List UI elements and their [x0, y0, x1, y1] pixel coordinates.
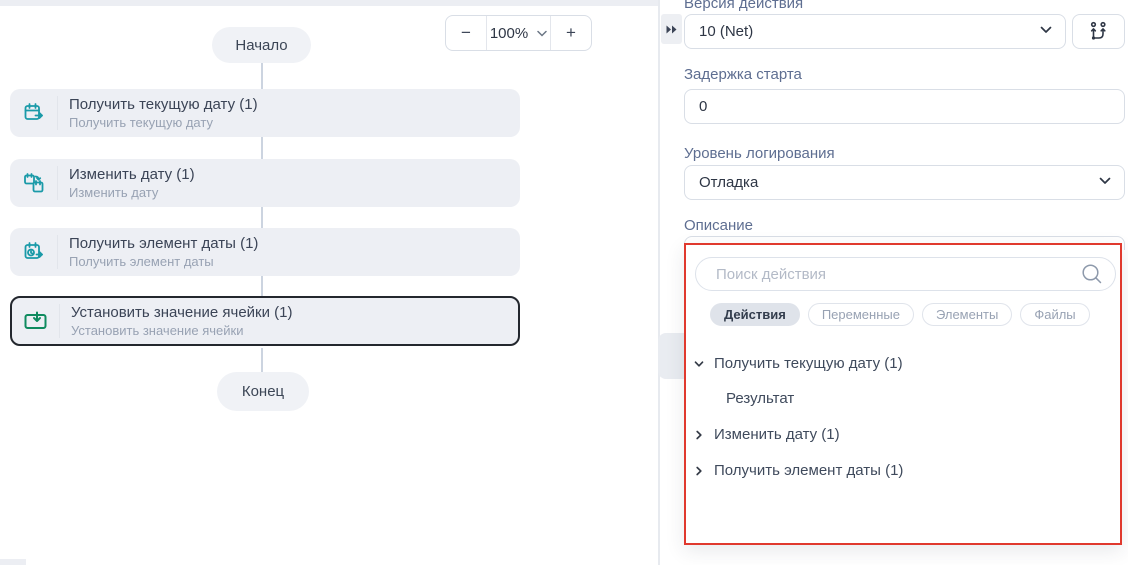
chevron-down-icon[interactable] — [692, 358, 706, 370]
action-search-popup: Действия Переменные Элементы Файлы Получ… — [684, 243, 1122, 545]
tree-item-change-date[interactable]: Изменить дату (1) — [692, 426, 840, 443]
workflow-editor: Начало Конец − 100% + Получить текущую д… — [0, 0, 1128, 565]
node-title: Получить текущую дату (1) — [69, 96, 258, 113]
chevron-down-icon — [1040, 26, 1052, 34]
node-subtitle: Установить значение ячейки — [71, 323, 293, 338]
chip-actions[interactable]: Действия — [710, 303, 800, 326]
action-version-value: 10 (Net) — [699, 23, 753, 40]
calendar-clock-arrow-icon — [10, 240, 57, 264]
chevron-right-icon[interactable] — [692, 429, 706, 441]
tree-item-get-date-element[interactable]: Получить элемент даты (1) — [692, 462, 903, 479]
node-subtitle: Получить элемент даты — [69, 254, 258, 269]
tree-item-label: Получить текущую дату (1) — [714, 355, 903, 372]
start-node[interactable]: Начало — [212, 27, 311, 63]
tree-item-label: Получить элемент даты (1) — [714, 462, 903, 479]
tree-item-get-current-date[interactable]: Получить текущую дату (1) — [692, 355, 903, 372]
chip-variables[interactable]: Переменные — [808, 303, 914, 326]
connector-line — [261, 276, 263, 297]
search-input[interactable] — [714, 265, 1081, 284]
start-delay-label: Задержка старта — [684, 66, 802, 83]
panel-divider — [658, 0, 660, 565]
side-tab-handle[interactable] — [658, 333, 685, 379]
node-title: Получить элемент даты (1) — [69, 235, 258, 252]
zoom-level-dropdown[interactable]: 100% — [486, 16, 551, 50]
zoom-level-value: 100% — [490, 25, 528, 42]
start-node-label: Начало — [235, 37, 287, 54]
magnifier-icon — [1081, 263, 1103, 285]
end-node[interactable]: Конец — [217, 372, 309, 411]
workflow-node-change-date[interactable]: Изменить дату (1) Изменить дату — [10, 159, 520, 207]
tree-item-label: Изменить дату (1) — [714, 426, 840, 443]
calendar-arrow-icon — [10, 101, 57, 125]
filter-chip-row: Действия Переменные Элементы Файлы — [710, 303, 1090, 326]
collapse-panel-button[interactable] — [661, 14, 682, 44]
start-delay-input[interactable]: 0 — [684, 89, 1125, 124]
action-version-label: Версия действия — [684, 0, 803, 12]
tree-item-label: Результат — [726, 390, 794, 407]
log-level-select[interactable]: Отладка — [684, 165, 1125, 200]
chip-files[interactable]: Файлы — [1020, 303, 1089, 326]
branch-versions-icon — [1088, 21, 1109, 42]
workflow-node-set-cell-value[interactable]: Установить значение ячейки (1) Установит… — [10, 296, 520, 346]
node-title: Установить значение ячейки (1) — [71, 304, 293, 321]
node-subtitle: Изменить дату — [69, 185, 195, 200]
log-level-value: Отладка — [699, 174, 758, 191]
action-search-field[interactable] — [695, 257, 1116, 291]
description-label: Описание — [684, 217, 753, 234]
double-chevron-right-icon — [665, 24, 678, 35]
chevron-down-icon — [1099, 177, 1111, 185]
connector-line — [261, 63, 263, 89]
workflow-node-get-current-date[interactable]: Получить текущую дату (1) Получить текущ… — [10, 89, 520, 137]
canvas-bottom-strip — [0, 559, 26, 565]
zoom-out-button[interactable]: − — [446, 16, 486, 50]
connector-line — [261, 348, 263, 372]
tree-item-result[interactable]: Результат — [726, 390, 794, 407]
workflow-node-get-date-element[interactable]: Получить элемент даты (1) Получить элеме… — [10, 228, 520, 276]
node-title: Изменить дату (1) — [69, 166, 195, 183]
end-node-label: Конец — [242, 383, 284, 400]
chevron-right-icon[interactable] — [692, 465, 706, 477]
chevron-down-icon — [537, 30, 547, 37]
action-version-select[interactable]: 10 (Net) — [684, 14, 1066, 49]
cell-set-value-icon — [12, 309, 59, 333]
canvas-top-strip — [0, 0, 659, 6]
version-history-button[interactable] — [1072, 14, 1125, 49]
connector-line — [261, 207, 263, 228]
zoom-control: − 100% + — [445, 15, 592, 51]
zoom-in-button[interactable]: + — [551, 16, 591, 50]
log-level-label: Уровень логирования — [684, 145, 835, 162]
start-delay-value: 0 — [699, 98, 707, 115]
calendar-change-icon — [10, 171, 57, 195]
connector-line — [261, 137, 263, 159]
chip-elements[interactable]: Элементы — [922, 303, 1012, 326]
node-subtitle: Получить текущую дату — [69, 115, 258, 130]
